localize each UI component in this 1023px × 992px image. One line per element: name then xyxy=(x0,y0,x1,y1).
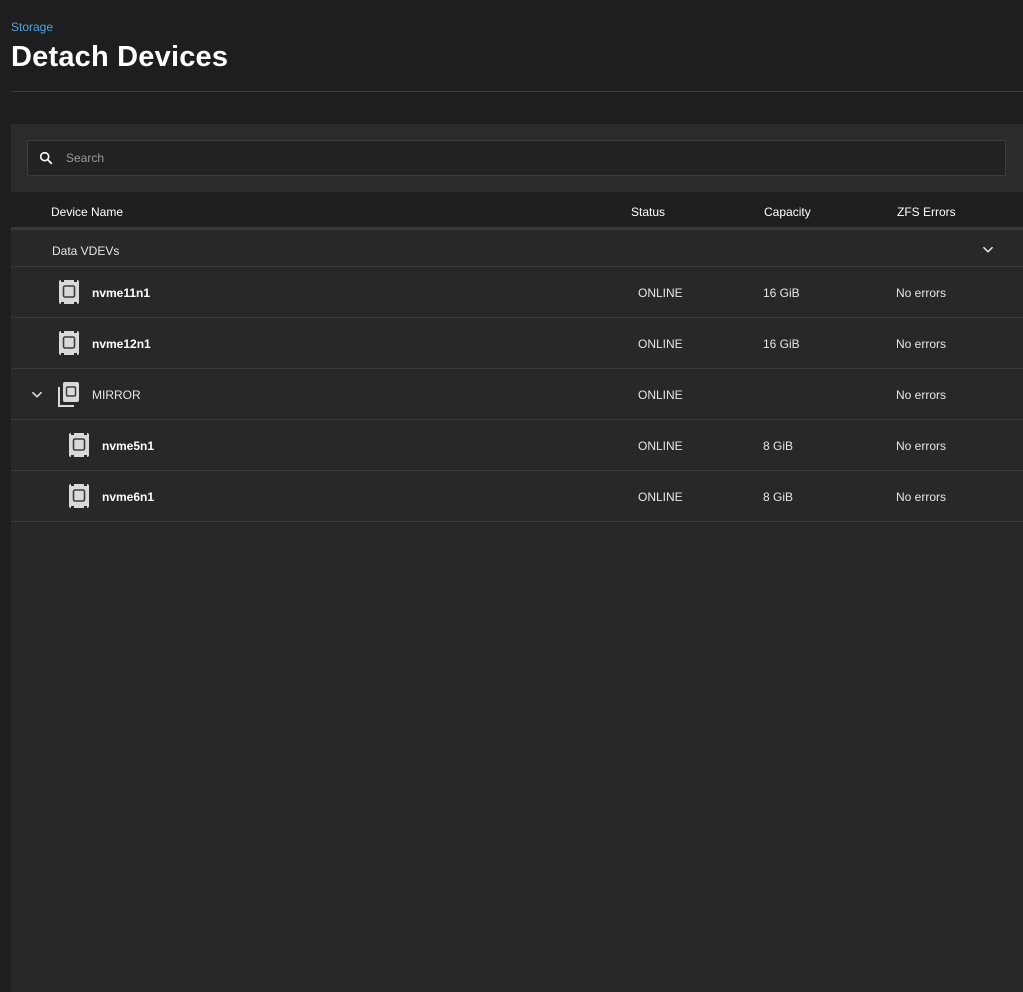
search-area xyxy=(11,124,1023,192)
device-capacity: 16 GiB xyxy=(763,337,800,351)
table-row-nvme11n1[interactable]: nvme11n1 ONLINE 16 GiB No errors xyxy=(11,267,1023,318)
page-title: Detach Devices xyxy=(11,41,229,73)
header-divider xyxy=(11,91,1023,92)
device-name: nvme6n1 xyxy=(102,490,155,504)
mirror-icon xyxy=(58,382,79,407)
devices-card: Device Name Status Capacity ZFS Errors D… xyxy=(11,124,1023,992)
device-status: ONLINE xyxy=(638,286,683,300)
device-capacity: 16 GiB xyxy=(763,286,800,300)
breadcrumb-storage[interactable]: Storage xyxy=(11,20,53,34)
table-row-nvme12n1[interactable]: nvme12n1 ONLINE 16 GiB No errors xyxy=(11,318,1023,369)
device-status: ONLINE xyxy=(638,388,683,402)
device-name: nvme11n1 xyxy=(92,286,151,300)
device-capacity: 8 GiB xyxy=(763,490,794,504)
disk-icon xyxy=(69,483,89,509)
table-row-mirror[interactable]: MIRROR ONLINE No errors xyxy=(11,369,1023,420)
search-icon xyxy=(39,151,53,165)
device-status: ONLINE xyxy=(638,337,683,351)
device-name: MIRROR xyxy=(92,388,141,402)
device-zfs-errors: No errors xyxy=(896,439,947,453)
search-box[interactable] xyxy=(27,140,1006,176)
device-capacity: 8 GiB xyxy=(763,439,794,453)
chevron-down-icon[interactable] xyxy=(981,243,995,257)
device-zfs-errors: No errors xyxy=(896,490,947,504)
device-status: ONLINE xyxy=(638,439,683,453)
column-header-capacity[interactable]: Capacity xyxy=(764,205,811,219)
chevron-down-icon[interactable] xyxy=(30,388,44,402)
device-zfs-errors: No errors xyxy=(896,388,947,402)
device-name: nvme5n1 xyxy=(102,439,155,453)
device-zfs-errors: No errors xyxy=(896,286,947,300)
disk-icon xyxy=(59,330,79,356)
table-row-nvme5n1[interactable]: nvme5n1 ONLINE 8 GiB No errors xyxy=(11,420,1023,471)
table-row-nvme6n1[interactable]: nvme6n1 ONLINE 8 GiB No errors xyxy=(11,471,1023,522)
group-label: Data VDEVs xyxy=(52,244,120,258)
search-input[interactable] xyxy=(66,141,996,175)
device-name: nvme12n1 xyxy=(92,337,151,351)
page-header: Storage Detach Devices xyxy=(0,0,1023,124)
device-zfs-errors: No errors xyxy=(896,337,947,351)
device-status: ONLINE xyxy=(638,490,683,504)
column-header-device-name[interactable]: Device Name xyxy=(51,205,123,219)
group-row-data-vdevs[interactable]: Data VDEVs xyxy=(11,233,1023,267)
table-header: Device Name Status Capacity ZFS Errors xyxy=(11,192,1023,230)
disk-icon xyxy=(59,279,79,305)
disk-icon xyxy=(69,432,89,458)
column-header-status[interactable]: Status xyxy=(631,205,665,219)
column-header-zfs-errors[interactable]: ZFS Errors xyxy=(897,205,956,219)
